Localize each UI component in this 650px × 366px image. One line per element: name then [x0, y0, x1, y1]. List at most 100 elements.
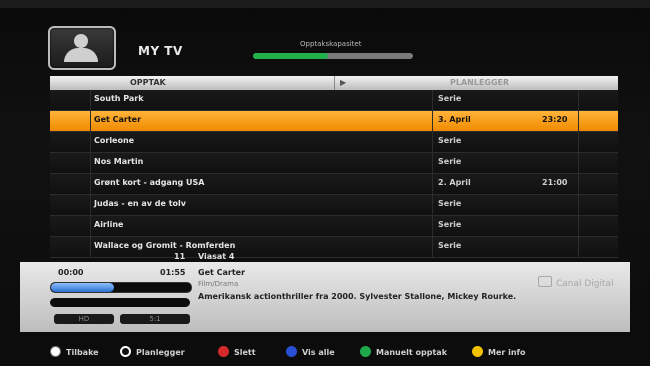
blue-button-icon [286, 346, 297, 357]
brand-name: Canal Digital [556, 279, 614, 289]
red-button-icon [218, 346, 229, 357]
tab-recordings[interactable]: OPPTAK [130, 78, 166, 87]
row-marker [50, 132, 91, 152]
profile-avatar-icon[interactable] [48, 26, 116, 70]
column-divider [578, 153, 579, 173]
recording-category: Serie [438, 199, 462, 208]
recording-name: Get Carter [94, 115, 142, 124]
recording-time: 21:00 [542, 178, 568, 187]
program-genre: Film/Drama [198, 280, 239, 288]
recording-row[interactable]: Airline Serie [50, 216, 618, 237]
footer-item[interactable]: Tilbake [50, 346, 99, 357]
recording-name: Corleone [94, 136, 135, 145]
tab-arrow-icon: ▶ [340, 78, 347, 87]
recording-category: 2. April [438, 178, 471, 187]
column-divider [432, 174, 433, 194]
column-divider [432, 216, 433, 236]
recordings-list: South Park Serie Get Carter 3. April 23:20 Co… [50, 90, 618, 258]
row-marker [50, 195, 91, 215]
program-end-time: 01:55 [160, 268, 186, 277]
playback-progress-bar [50, 282, 192, 293]
program-info-panel: 00:00 01:55 HD 5:1 Get Carter Film/Drama… [20, 262, 630, 332]
channel-name: Viasat 4 [197, 252, 235, 261]
top-bar [0, 0, 650, 8]
recording-row[interactable]: Judas - en av de tolv Serie [50, 195, 618, 216]
brand-logo: Canal Digital [538, 276, 614, 289]
column-divider [432, 195, 433, 215]
footer-label: Tilbake [66, 348, 99, 357]
footer-item[interactable]: Slett [218, 346, 256, 357]
column-divider [578, 111, 579, 131]
column-divider [578, 195, 579, 215]
recording-row[interactable]: South Park Serie [50, 90, 618, 111]
recording-row[interactable]: Corleone Serie [50, 132, 618, 153]
footer-label: Mer info [488, 348, 526, 357]
footer-item[interactable]: Planlegger [120, 346, 185, 357]
tab-bar: OPPTAK ▶ PLANLEGGER [50, 76, 618, 90]
recording-category: Serie [438, 94, 462, 103]
yellow-button-icon [472, 346, 483, 357]
avatar-head [74, 34, 88, 48]
footer-label: Manuelt opptak [376, 348, 448, 357]
recording-name: Judas - en av de tolv [94, 199, 186, 208]
capacity-label: Opptakskapasitet [300, 40, 362, 48]
recording-name: Airline [94, 220, 124, 229]
footer-item[interactable]: Vis alle [286, 346, 335, 357]
column-divider [432, 90, 433, 110]
recording-name: Nos Martin [94, 157, 144, 166]
footer-item[interactable]: Manuelt opptak [360, 346, 447, 357]
column-divider [432, 111, 433, 131]
brand-icon [538, 276, 552, 287]
program-title: Get Carter [198, 268, 246, 277]
column-divider [432, 132, 433, 152]
green-button-icon [360, 346, 371, 357]
row-marker [50, 153, 91, 173]
avatar-body [64, 48, 98, 62]
capacity-bar [253, 53, 413, 59]
column-divider [432, 153, 433, 173]
column-divider [578, 216, 579, 236]
playback-progress-fill [51, 283, 114, 292]
channel-info: 11 Viasat 4 [174, 252, 234, 261]
recording-row[interactable]: Wallace og Gromit - Romferden Serie [50, 237, 618, 258]
outline-button-icon [120, 346, 131, 357]
recording-name: Wallace og Gromit - Romferden [94, 241, 236, 250]
page-title: MY TV [138, 44, 183, 58]
column-divider [578, 90, 579, 110]
capacity-fill [253, 53, 329, 59]
white-button-icon [50, 346, 61, 357]
program-start-time: 00:00 [58, 268, 84, 277]
row-marker [50, 237, 91, 257]
hd-badge: HD [54, 314, 114, 324]
recording-category: Serie [438, 241, 462, 250]
recording-category: 3. April [438, 115, 471, 124]
footer-item[interactable]: Mer info [472, 346, 526, 357]
row-marker [50, 111, 91, 131]
recording-name: South Park [94, 94, 144, 103]
footer-legend: Tilbake Planlegger Slett Vis alle Manuelt op… [0, 332, 650, 366]
row-marker [50, 90, 91, 110]
recording-category: Serie [438, 136, 462, 145]
recording-category: Serie [438, 220, 462, 229]
secondary-bar [50, 298, 190, 307]
recording-row[interactable]: Grønt kort - adgang USA 2. April 21:00 [50, 174, 618, 195]
column-divider [578, 174, 579, 194]
footer-label: Slett [234, 348, 256, 357]
tab-divider [334, 76, 335, 90]
program-description: Amerikansk actionthriller fra 2000. Sylv… [198, 292, 517, 301]
footer-label: Vis alle [302, 348, 335, 357]
recording-category: Serie [438, 157, 462, 166]
column-divider [578, 132, 579, 152]
column-divider [432, 237, 433, 257]
recording-time: 23:20 [542, 115, 568, 124]
my-tv-screen: MY TV Opptakskapasitet OPPTAK ▶ PLANLEGG… [0, 0, 650, 366]
column-divider [578, 237, 579, 257]
channel-number: 11 [174, 252, 186, 261]
tab-scheduled[interactable]: PLANLEGGER [450, 78, 509, 87]
recording-name: Grønt kort - adgang USA [94, 178, 205, 187]
aspect-badge: 5:1 [120, 314, 190, 324]
recording-row[interactable]: Nos Martin Serie [50, 153, 618, 174]
row-marker [50, 174, 91, 194]
footer-label: Planlegger [136, 348, 185, 357]
recording-row[interactable]: Get Carter 3. April 23:20 [50, 111, 618, 132]
